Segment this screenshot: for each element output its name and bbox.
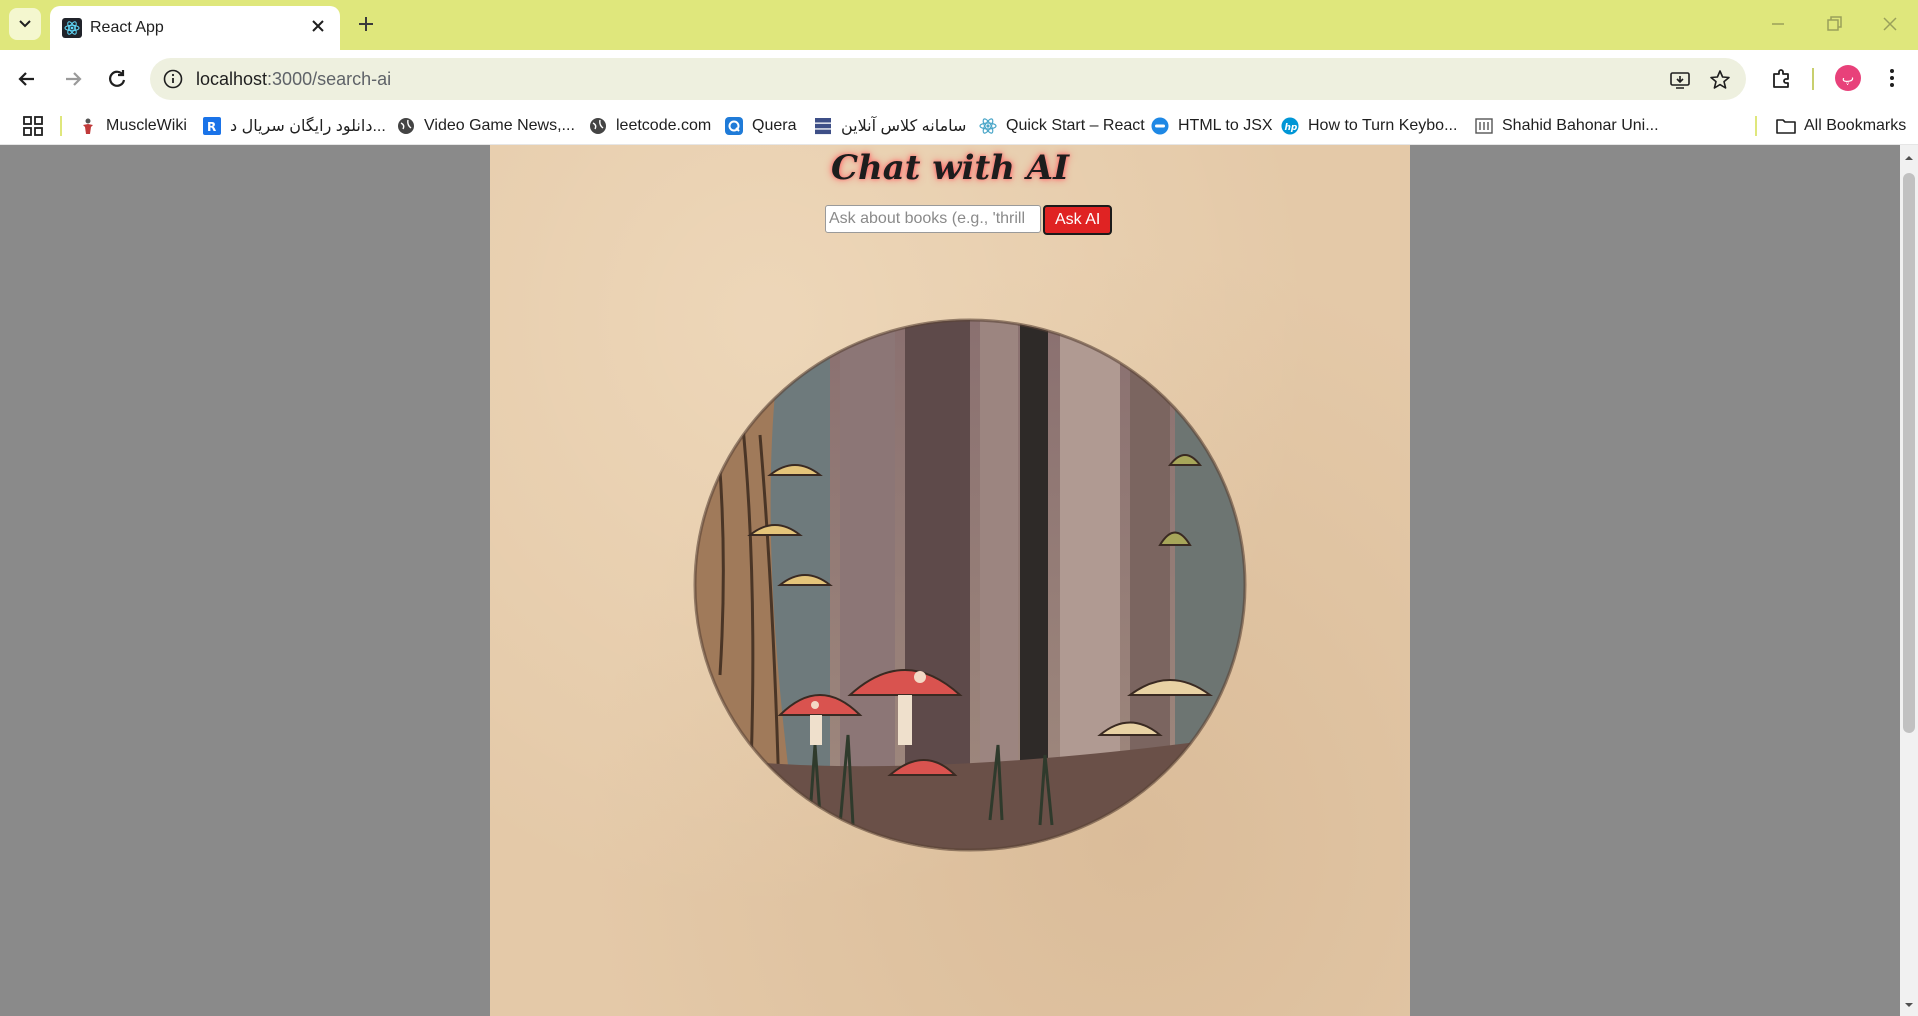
browser-toolbar: localhost:3000/search-ai پ — [0, 50, 1918, 108]
bookmark-leetcode[interactable]: leetcode.com — [588, 114, 711, 138]
r-logo-icon: R — [202, 116, 222, 136]
bookmark-divider — [1755, 116, 1757, 136]
svg-text:R: R — [207, 120, 216, 134]
bookmark-label: دانلود رایگان سریال د... — [230, 118, 386, 135]
globe-icon — [396, 116, 416, 136]
bookmarks-bar: MuscleWiki R دانلود رایگان سریال د... Vi… — [0, 108, 1918, 145]
globe-icon — [588, 116, 608, 136]
react-favicon-icon — [62, 18, 82, 38]
bookmark-label: سامانه کلاس آنلاین — [841, 118, 967, 135]
extensions-puzzle-icon[interactable] — [1769, 65, 1795, 91]
transform-icon — [1150, 116, 1170, 136]
bookmark-html-to-jsx[interactable]: HTML to JSX — [1150, 114, 1273, 138]
scroll-up-arrow-icon[interactable] — [1904, 153, 1914, 163]
bookmark-label: Video Game News,... — [424, 117, 575, 134]
restore-icon[interactable] — [1822, 12, 1846, 36]
close-icon[interactable] — [308, 16, 328, 36]
back-arrow-icon[interactable] — [14, 66, 40, 92]
url-host: localhost — [196, 69, 268, 89]
all-bookmarks-label: All Bookmarks — [1804, 117, 1907, 134]
page-viewport: Chat with AI Ask AI — [0, 145, 1900, 1016]
search-form: Ask AI — [825, 205, 1113, 235]
svg-text:hp: hp — [1285, 123, 1298, 133]
university-icon — [1474, 116, 1494, 136]
hp-icon: hp — [1280, 116, 1300, 136]
bookmark-serial-download[interactable]: R دانلود رایگان سریال د... — [202, 114, 386, 138]
bookmark-musclewiki[interactable]: MuscleWiki — [78, 114, 187, 138]
bookmark-label: leetcode.com — [616, 117, 712, 134]
bookmark-label: HTML to JSX — [1178, 117, 1273, 134]
toolbar-divider — [1812, 68, 1814, 90]
musclewiki-icon — [78, 116, 98, 136]
close-window-icon[interactable] — [1878, 12, 1902, 36]
bookmark-hp-keyboard[interactable]: hp How to Turn Keybo... — [1280, 114, 1457, 138]
forest-mushroom-illustration — [693, 318, 1247, 852]
paper-background: Chat with AI Ask AI — [490, 145, 1410, 1016]
bookmark-label: How to Turn Keybo... — [1308, 117, 1458, 134]
scrollbar-thumb[interactable] — [1903, 173, 1915, 733]
tab-title: React App — [90, 19, 164, 36]
install-app-icon[interactable] — [1668, 68, 1692, 92]
bookmark-star-icon[interactable] — [1708, 68, 1732, 92]
bookmark-video-game-news[interactable]: Video Game News,... — [396, 114, 575, 138]
address-bar[interactable]: localhost:3000/search-ai — [150, 58, 1746, 100]
page-title: Chat with AI — [830, 148, 1070, 188]
chevron-down-icon — [19, 20, 31, 28]
tab-react-app[interactable]: React App — [50, 6, 340, 50]
tab-search-button[interactable] — [9, 8, 41, 40]
more-vert-menu-icon[interactable] — [1879, 65, 1905, 91]
ask-ai-button[interactable]: Ask AI — [1043, 205, 1113, 235]
profile-avatar[interactable]: پ — [1835, 65, 1861, 91]
new-tab-plus-icon[interactable] — [355, 13, 377, 35]
bookmark-shahid-bahonar[interactable]: Shahid Bahonar Uni... — [1474, 114, 1659, 138]
scroll-down-arrow-icon[interactable] — [1904, 1000, 1914, 1010]
site-info-icon[interactable] — [162, 68, 184, 90]
bookmark-quera[interactable]: Quera — [724, 114, 796, 138]
bookmark-online-class[interactable]: سامانه کلاس آنلاین — [813, 114, 966, 138]
url-text[interactable]: localhost:3000/search-ai — [196, 69, 391, 90]
bookmark-quick-start-react[interactable]: Quick Start – React — [978, 114, 1145, 138]
bookmark-label: Shahid Bahonar Uni... — [1502, 117, 1659, 134]
tab-strip: React App — [0, 0, 1918, 50]
forward-arrow-icon[interactable] — [60, 66, 86, 92]
bookmark-divider — [60, 116, 62, 136]
bookmark-label: Quick Start – React — [1006, 117, 1145, 134]
react-icon — [978, 116, 998, 136]
minimize-icon[interactable] — [1766, 12, 1790, 36]
bookmark-label: MuscleWiki — [106, 117, 187, 134]
apps-grid-icon[interactable] — [22, 115, 44, 137]
url-path: :3000/search-ai — [267, 69, 392, 89]
page-scrollbar[interactable] — [1900, 145, 1918, 1016]
quera-icon — [724, 116, 744, 136]
all-bookmarks-folder[interactable]: All Bookmarks — [1776, 114, 1906, 138]
folder-icon — [1776, 119, 1796, 134]
server-icon — [813, 116, 833, 136]
bookmark-label: Quera — [752, 117, 797, 134]
reload-icon[interactable] — [104, 66, 130, 92]
search-input[interactable] — [825, 205, 1041, 233]
